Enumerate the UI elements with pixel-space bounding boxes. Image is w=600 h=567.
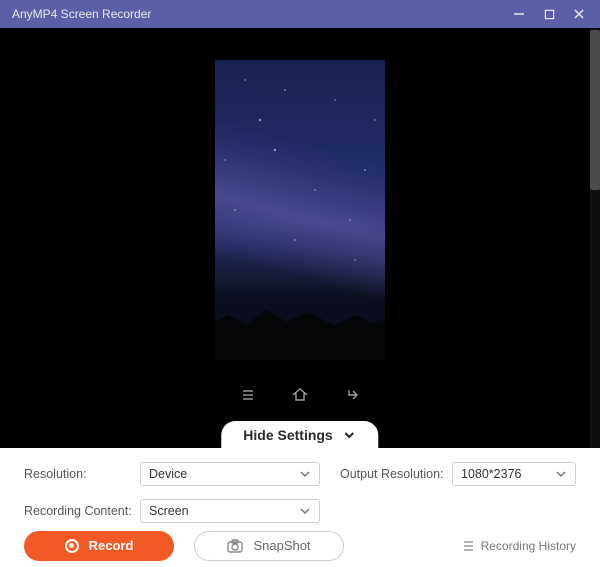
home-icon[interactable] (291, 386, 309, 404)
recording-content-label: Recording Content: (24, 504, 134, 518)
wallpaper-image (215, 60, 385, 360)
resolution-value: Device (149, 467, 187, 481)
resolution-label: Resolution: (24, 467, 134, 481)
chevron-down-icon (299, 505, 311, 517)
hide-settings-label: Hide Settings (243, 427, 332, 443)
hide-settings-toggle[interactable]: Hide Settings (221, 421, 378, 448)
back-icon[interactable] (343, 386, 361, 404)
minimize-button[interactable] (504, 0, 534, 28)
preview-area: Hide Settings (0, 28, 600, 448)
snapshot-button[interactable]: SnapShot (194, 531, 344, 561)
footer: Record SnapShot Recording History (0, 524, 600, 567)
recording-content-value: Screen (149, 504, 189, 518)
scrollbar-thumb[interactable] (590, 30, 600, 190)
settings-panel: Resolution: Device Output Resolution: 10… (0, 448, 600, 524)
chevron-down-icon (343, 428, 357, 442)
chevron-down-icon (555, 468, 567, 480)
record-icon (65, 539, 79, 553)
device-nav-bar (239, 386, 361, 404)
recording-history-label: Recording History (481, 539, 576, 553)
camera-icon (227, 539, 243, 553)
recording-content-select[interactable]: Screen (140, 499, 320, 523)
resolution-select[interactable]: Device (140, 462, 320, 486)
maximize-button[interactable] (534, 0, 564, 28)
menu-icon[interactable] (239, 386, 257, 404)
record-button[interactable]: Record (24, 531, 174, 561)
titlebar[interactable]: AnyMP4 Screen Recorder (0, 0, 600, 28)
device-preview (215, 60, 385, 360)
list-icon (461, 539, 475, 553)
recording-history-link[interactable]: Recording History (461, 539, 576, 553)
app-title: AnyMP4 Screen Recorder (12, 7, 504, 21)
output-resolution-value: 1080*2376 (461, 467, 521, 481)
scrollbar[interactable] (590, 28, 600, 448)
snapshot-label: SnapShot (253, 538, 310, 553)
output-resolution-select[interactable]: 1080*2376 (452, 462, 576, 486)
close-button[interactable] (564, 0, 594, 28)
chevron-down-icon (299, 468, 311, 480)
record-label: Record (89, 538, 134, 553)
output-resolution-label: Output Resolution: (326, 467, 446, 481)
